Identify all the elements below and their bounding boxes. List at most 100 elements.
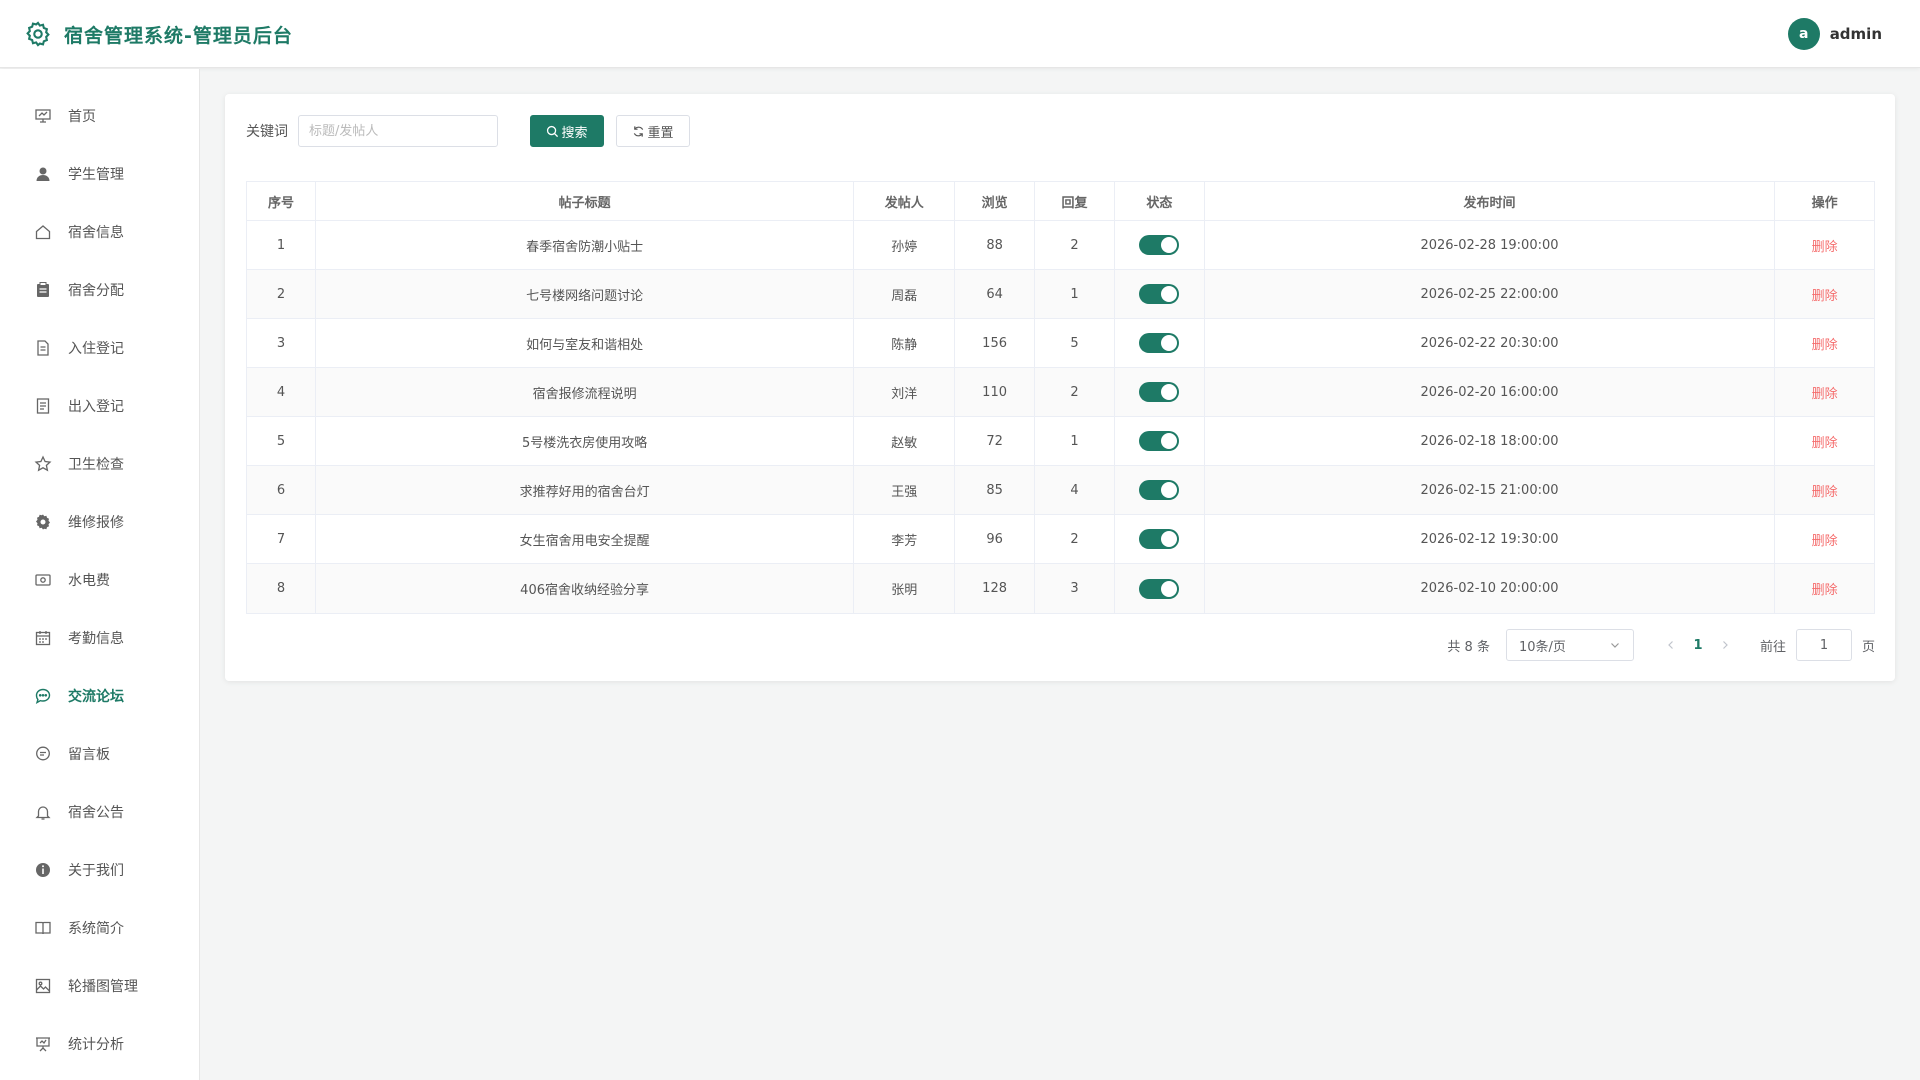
delete-link[interactable]: 删除 (1812, 579, 1838, 598)
views-cell: 64 (955, 270, 1036, 318)
table-row: 2 七号楼网络问题讨论 周磊 64 1 2026-02-25 22:00:00 删除 (247, 270, 1874, 319)
sidebar-item-attendance[interactable]: 考勤信息 (0, 613, 199, 663)
time-cell: 2026-02-22 20:30:00 (1205, 319, 1776, 367)
views-cell: 85 (955, 466, 1036, 514)
house-icon (34, 223, 52, 241)
column-header: 帖子标题 (316, 182, 855, 220)
next-page-button[interactable] (1712, 631, 1738, 659)
delete-link[interactable]: 删除 (1812, 236, 1838, 255)
reset-button[interactable]: 重置 (616, 115, 690, 147)
column-header: 浏览 (955, 182, 1036, 220)
sidebar-item-label: 水电费 (68, 573, 110, 589)
delete-link[interactable]: 删除 (1812, 530, 1838, 549)
chart-board-icon (34, 107, 52, 125)
bell-icon (34, 803, 52, 821)
author-cell: 赵敏 (854, 417, 956, 465)
time-cell: 2026-02-15 21:00:00 (1205, 466, 1776, 514)
table-row: 3 如何与室友和谐相处 陈静 156 5 2026-02-22 20:30:00 删除 (247, 319, 1874, 368)
goto-label: 前往 (1759, 639, 1786, 655)
status-toggle[interactable] (1139, 578, 1180, 599)
replies-cell: 3 (1035, 564, 1115, 613)
status-toggle[interactable] (1139, 333, 1180, 353)
avatar[interactable]: a (1787, 18, 1820, 50)
page-number[interactable]: 1 (1684, 631, 1712, 659)
column-header: 回复 (1035, 182, 1115, 220)
toggle-knob (1161, 531, 1178, 547)
sidebar-item-forum[interactable]: 交流论坛 (0, 671, 199, 721)
search-input[interactable] (298, 115, 498, 147)
author-cell: 陈静 (854, 319, 956, 367)
page-size-select[interactable]: 10条/页 (1505, 629, 1634, 661)
sidebar-item-label: 轮播图管理 (68, 979, 138, 995)
sidebar-item-carousel[interactable]: 轮播图管理 (0, 961, 199, 1011)
sidebar-item-checkin[interactable]: 入住登记 (0, 323, 199, 373)
presentation-icon (34, 1035, 52, 1053)
author-cell: 刘洋 (854, 368, 956, 416)
author-cell: 孙婷 (854, 221, 956, 269)
author-cell: 周磊 (854, 270, 956, 318)
status-toggle[interactable] (1139, 382, 1180, 402)
user-icon (34, 165, 52, 183)
title-cell: 5号楼洗衣房使用攻略 (316, 417, 855, 465)
sidebar-item-utilities[interactable]: 水电费 (0, 555, 199, 605)
sidebar-item-dorm-info[interactable]: 宿舍信息 (0, 207, 199, 257)
user-menu[interactable]: a admin (1787, 18, 1882, 50)
title-cell: 求推荐好用的宿舍台灯 (316, 466, 855, 514)
page-suffix: 页 (1861, 639, 1875, 655)
sidebar-item-label: 考勤信息 (68, 631, 124, 647)
views-cell: 72 (955, 417, 1036, 465)
toggle-knob (1161, 286, 1178, 302)
sidebar-item-intro[interactable]: 系统简介 (0, 903, 199, 953)
delete-link[interactable]: 删除 (1812, 383, 1838, 402)
replies-cell: 1 (1035, 417, 1115, 465)
search-icon (546, 125, 561, 138)
goto-page-input[interactable] (1795, 629, 1852, 661)
prev-page-button[interactable] (1658, 631, 1684, 659)
action-cell: 删除 (1775, 466, 1874, 514)
document-icon (34, 339, 52, 357)
sidebar-item-home[interactable]: 首页 (0, 91, 199, 141)
index-cell: 7 (247, 515, 316, 563)
table-body: 1 春季宿舍防潮小贴士 孙婷 88 2 2026-02-28 19:00:00 删除 2 七号楼… (247, 221, 1874, 613)
sidebar-item-hygiene[interactable]: 卫生检查 (0, 439, 199, 489)
status-toggle[interactable] (1139, 235, 1180, 255)
title-cell: 宿舍报修流程说明 (316, 368, 855, 416)
status-toggle[interactable] (1139, 284, 1180, 304)
table-row: 4 宿舍报修流程说明 刘洋 110 2 2026-02-20 16:00:00 删除 (247, 368, 1874, 417)
status-toggle[interactable] (1139, 480, 1180, 500)
status-toggle[interactable] (1139, 529, 1180, 549)
time-cell: 2026-02-12 19:30:00 (1205, 515, 1776, 563)
chevron-down-icon (1609, 639, 1621, 651)
reset-button-label: 重置 (647, 125, 674, 141)
total-count: 共 8 条 (1447, 639, 1490, 655)
delete-link[interactable]: 删除 (1812, 432, 1838, 451)
delete-link[interactable]: 删除 (1812, 481, 1838, 500)
clipboard-icon (34, 281, 52, 299)
username[interactable]: admin (1830, 25, 1882, 43)
forum-panel: 关键词 搜索 重置 序号 帖子标题 发帖人 浏览 回复 状态 发布时间 操作 1… (225, 94, 1895, 681)
posts-table: 序号 帖子标题 发帖人 浏览 回复 状态 发布时间 操作 1 春季宿舍防潮小贴士孙… (246, 181, 1875, 614)
replies-cell: 4 (1035, 466, 1115, 514)
status-cell (1115, 270, 1205, 318)
sidebar-item-label: 维修报修 (68, 515, 124, 531)
replies-cell: 5 (1035, 319, 1115, 367)
sidebar-item-message-board[interactable]: 留言板 (0, 729, 199, 779)
action-cell: 删除 (1775, 564, 1874, 613)
sidebar-item-students[interactable]: 学生管理 (0, 149, 199, 199)
search-bar: 关键词 搜索 重置 (246, 115, 690, 147)
sidebar-item-label: 宿舍公告 (68, 805, 124, 821)
action-cell: 删除 (1775, 221, 1874, 269)
delete-link[interactable]: 删除 (1812, 334, 1838, 353)
status-cell (1115, 368, 1205, 416)
sidebar-item-statistics[interactable]: 统计分析 (0, 1019, 199, 1069)
sidebar-item-about[interactable]: 关于我们 (0, 845, 199, 895)
table-row: 8 406宿舍收纳经验分享 张明 128 3 2026-02-10 20:00:00 删除 (247, 564, 1874, 613)
sidebar-item-repair[interactable]: 维修报修 (0, 497, 199, 547)
search-button[interactable]: 搜索 (530, 115, 604, 147)
sidebar-item-dorm-assign[interactable]: 宿舍分配 (0, 265, 199, 315)
views-cell: 110 (955, 368, 1036, 416)
sidebar-item-notices[interactable]: 宿舍公告 (0, 787, 199, 837)
sidebar-item-entry-exit[interactable]: 出入登记 (0, 381, 199, 431)
status-toggle[interactable] (1139, 431, 1180, 451)
delete-link[interactable]: 删除 (1812, 285, 1838, 304)
